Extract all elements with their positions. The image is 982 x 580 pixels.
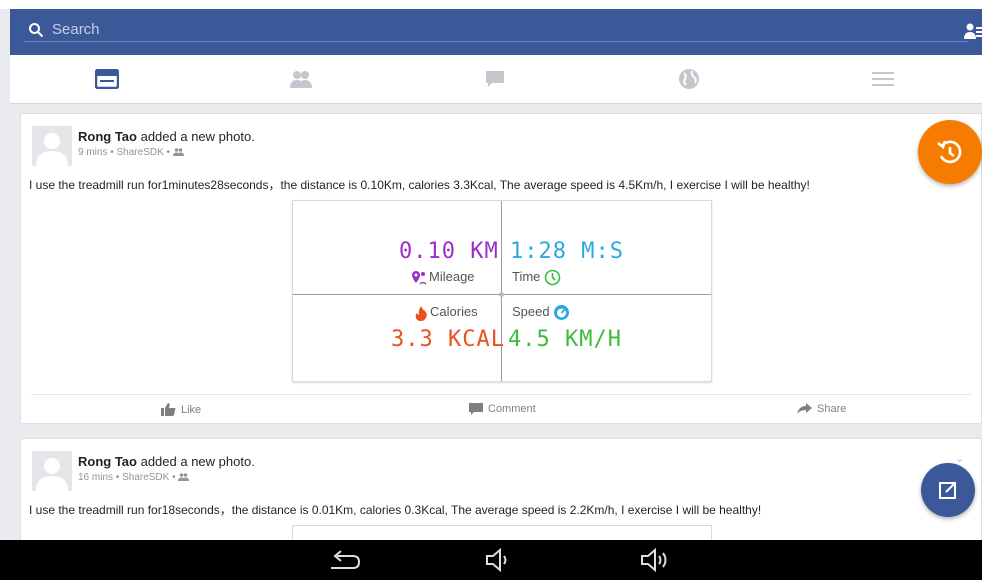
post-text: I use the treadmill run for1minutes28sec…	[29, 178, 810, 192]
status-strip	[0, 0, 982, 9]
time-value: 1:28 M:S	[510, 239, 624, 264]
share-arrow-icon	[797, 403, 812, 414]
search-underline	[24, 41, 968, 42]
android-nav-bar	[0, 540, 982, 580]
history-icon	[937, 140, 962, 164]
post-meta: 9 mins • ShareSDK •	[78, 147, 184, 158]
avatar[interactable]	[32, 126, 72, 166]
avatar[interactable]	[32, 451, 72, 491]
speedometer-icon	[554, 305, 570, 321]
calories-value: 3.3 KCAL	[391, 327, 505, 352]
post-photo[interactable]: 0.10 KM Mileage 1:28 M:S Time Calories 3…	[292, 200, 712, 382]
tab-bar	[10, 55, 982, 104]
post-header: Rong Tao added a new photo.	[78, 454, 255, 469]
post-action-text: added a new photo.	[136, 129, 255, 144]
post-meta-text: 9 mins • ShareSDK •	[78, 147, 171, 158]
author-name[interactable]: Rong Tao	[78, 454, 137, 469]
thumbs-up-icon	[161, 403, 176, 416]
tab-friends[interactable]	[204, 55, 398, 103]
menu-icon	[872, 72, 894, 86]
post-card: Rong Tao added a new photo. 9 mins • Sha…	[20, 113, 982, 424]
map-pin-icon	[412, 270, 427, 285]
post-meta-text: 16 mins • ShareSDK •	[78, 472, 176, 483]
news-feed-icon	[95, 69, 119, 89]
flame-icon	[415, 305, 427, 321]
time-label: Time	[512, 269, 541, 284]
calories-label-group: Calories	[414, 304, 478, 321]
speed-value: 4.5 KM/H	[508, 327, 622, 352]
volume-down-icon[interactable]	[485, 548, 513, 572]
photo-divider-vertical	[501, 201, 502, 381]
post-text: I use the treadmill run for18seconds，the…	[29, 503, 762, 517]
share-button[interactable]: Share	[797, 403, 846, 415]
post-action-text: added a new photo.	[136, 454, 255, 469]
tab-more[interactable]	[786, 55, 980, 103]
friends-list-icon[interactable]	[964, 22, 982, 40]
audience-friends-icon	[172, 148, 184, 157]
search-input[interactable]: Search	[52, 21, 100, 38]
tab-messages[interactable]	[398, 55, 592, 103]
speed-label-group: Speed	[512, 304, 570, 321]
post-card: Rong Tao added a new photo. 16 mins • Sh…	[20, 438, 982, 556]
mileage-label-group: Mileage	[411, 269, 475, 286]
workout-history-button[interactable]	[918, 120, 982, 184]
mileage-value: 0.10 KM	[399, 239, 499, 264]
time-label-group: Time	[512, 269, 561, 286]
compose-post-button[interactable]	[921, 463, 975, 517]
messages-icon	[486, 71, 504, 87]
mileage-label: Mileage	[429, 269, 475, 284]
globe-icon	[679, 69, 699, 89]
photo-center-dot	[499, 292, 504, 297]
top-bar: Search	[10, 9, 982, 55]
search-icon[interactable]	[28, 22, 44, 38]
comment-icon	[469, 403, 483, 415]
speed-label: Speed	[512, 304, 550, 319]
post-actions: Like Comment Share	[31, 394, 971, 425]
comment-label: Comment	[488, 403, 536, 415]
volume-up-icon[interactable]	[640, 548, 672, 572]
clock-icon	[544, 269, 561, 286]
calories-label: Calories	[430, 304, 478, 319]
tab-news-feed[interactable]	[10, 55, 204, 103]
back-icon[interactable]	[327, 548, 361, 572]
share-label: Share	[817, 403, 847, 415]
like-label: Like	[181, 403, 202, 416]
like-button[interactable]: Like	[161, 403, 201, 416]
friends-icon	[290, 71, 312, 88]
post-header: Rong Tao added a new photo.	[78, 129, 255, 144]
tab-notifications[interactable]	[592, 55, 786, 103]
post-meta: 16 mins • ShareSDK •	[78, 472, 190, 483]
default-avatar-icon	[32, 451, 72, 491]
audience-friends-icon	[178, 473, 190, 482]
default-avatar-icon	[32, 126, 72, 166]
author-name[interactable]: Rong Tao	[78, 129, 137, 144]
post-options-chevron-icon[interactable]: ⌄	[955, 452, 964, 465]
comment-button[interactable]: Comment	[469, 403, 536, 415]
edit-icon	[939, 482, 956, 499]
